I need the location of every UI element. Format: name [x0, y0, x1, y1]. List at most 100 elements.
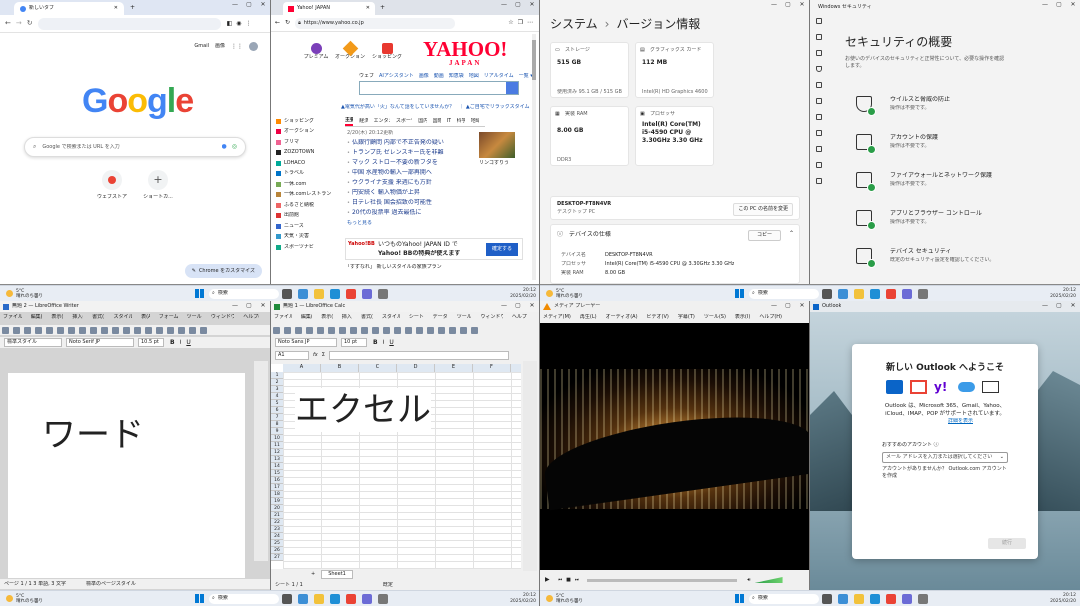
news-item[interactable]: • 日テレ社長 国会招致の可能性 [347, 198, 477, 208]
row-header[interactable]: 21 [271, 512, 283, 519]
find-icon[interactable] [123, 326, 130, 334]
sidebar-item[interactable]: 一休.com [276, 179, 342, 190]
spellcheck-icon[interactable] [405, 326, 412, 334]
forward-icon[interactable]: → [16, 19, 22, 28]
chrome-icon[interactable] [346, 288, 356, 299]
maximize-icon[interactable]: ▢ [242, 0, 256, 10]
next-icon[interactable]: ⏭ [575, 577, 580, 584]
row-header[interactable]: 22 [271, 519, 283, 526]
service-auction[interactable]: オークション [333, 40, 367, 61]
volume-icon[interactable]: 🔊︎ [747, 577, 750, 584]
extensions-icon[interactable]: ◧ [227, 20, 233, 28]
stop-icon[interactable]: ■ [566, 577, 571, 584]
nav-web[interactable]: ウェブ [359, 73, 374, 80]
row-header[interactable]: 27 [271, 554, 283, 561]
menu-item[interactable]: 表(A) [141, 314, 150, 321]
yahoo-search-button[interactable] [506, 82, 518, 94]
chrome-icon[interactable] [886, 593, 896, 604]
menu-icon[interactable]: ⋮ [246, 20, 252, 28]
file-explorer-icon[interactable] [314, 288, 324, 299]
close-icon[interactable]: ✕ [256, 0, 270, 10]
menu-item[interactable]: スタイル(Y) [113, 314, 132, 321]
back-icon[interactable]: ← [275, 19, 280, 27]
undo-icon[interactable] [372, 326, 379, 334]
row-header[interactable]: 1 [271, 372, 283, 379]
breadcrumb-parent[interactable]: システム [550, 16, 598, 32]
menu-item[interactable]: ヘルプ(H) [512, 314, 527, 321]
export-icon[interactable] [306, 326, 313, 334]
news-item[interactable]: • ウクライナ支援 来週にも方針 [347, 178, 477, 188]
open-icon[interactable] [284, 326, 291, 334]
nav-more[interactable]: 一覧 ▾ [519, 73, 533, 80]
system-tray[interactable]: 20:12 2025/02/20 [1050, 288, 1076, 300]
menu-icon[interactable]: ⋯ [527, 19, 533, 27]
learn-more-link[interactable]: 詳細を表示 [948, 418, 973, 425]
start-icon[interactable] [195, 289, 204, 298]
column-header[interactable]: D [397, 364, 435, 372]
scrollbar[interactable] [532, 34, 536, 280]
maximize-icon[interactable]: ▢ [781, 0, 795, 10]
settings-icon[interactable] [378, 593, 388, 604]
row-header[interactable]: 14 [271, 463, 283, 470]
redo-icon[interactable] [383, 326, 390, 334]
column-header[interactable]: E [435, 364, 473, 372]
menu-item[interactable]: スタイル(Y) [382, 314, 400, 321]
add-sheet-icon[interactable]: + [311, 571, 315, 578]
gmail-link[interactable]: Gmail [194, 43, 209, 50]
nav-ai[interactable]: AIアシスタント [379, 73, 414, 80]
nav-map[interactable]: 地図 [469, 73, 479, 80]
settings-icon[interactable] [918, 593, 928, 604]
redo-icon[interactable] [112, 326, 119, 334]
sidebar-item[interactable]: ふるさと納税 [276, 200, 342, 211]
widgets-icon[interactable] [838, 288, 848, 299]
menu-item[interactable]: ビデオ(V) [647, 314, 669, 321]
minimize-icon[interactable]: — [497, 301, 511, 311]
taskbar-search[interactable]: ⌕ 検索 [209, 593, 279, 604]
file-explorer-icon[interactable] [854, 593, 864, 604]
row-header[interactable]: 19 [271, 498, 283, 505]
close-icon[interactable]: ✕ [525, 301, 539, 311]
print-icon[interactable] [46, 326, 53, 334]
menu-icon[interactable] [816, 34, 822, 40]
menu-item[interactable]: シート(S) [409, 314, 424, 321]
close-icon[interactable]: ✕ [525, 0, 539, 10]
security-item[interactable]: デバイス セキュリティ 既定のセキュリティ設定を確認してください。 [856, 246, 1066, 284]
news-item[interactable]: • トランプ氏 ゼレンスキー氏を非難 [347, 148, 477, 158]
seek-bar[interactable] [587, 578, 738, 582]
maximize-icon[interactable]: ▢ [242, 301, 256, 311]
edge-icon[interactable] [870, 593, 880, 604]
chart-icon[interactable] [438, 326, 445, 334]
maximize-icon[interactable]: ▢ [1052, 0, 1066, 10]
special-char-icon[interactable] [449, 326, 456, 334]
sidebar-item[interactable]: トラベル [276, 169, 342, 180]
weather-widget[interactable]: 5°C 晴れのち曇り [6, 289, 43, 299]
link-icon[interactable] [189, 326, 196, 334]
chrome-tab[interactable]: 新しいタブ ✕ [14, 2, 124, 15]
news-tab[interactable]: 科学 [457, 118, 465, 125]
open-icon[interactable] [13, 326, 20, 334]
new-tab-icon[interactable]: + [380, 4, 385, 12]
menu-item[interactable]: ツール(S) [704, 314, 726, 321]
news-item[interactable]: • 仏銀行顧問 内部で不正告発の疑い [347, 138, 477, 148]
italic-icon[interactable]: I [180, 339, 182, 347]
minimize-icon[interactable]: — [1038, 301, 1052, 311]
volume-bar[interactable] [754, 577, 783, 583]
table-icon[interactable] [416, 326, 423, 334]
menu-item[interactable]: ウィンドウ(W) [211, 314, 234, 321]
close-icon[interactable]: ✕ [114, 5, 118, 12]
store-icon[interactable] [362, 593, 372, 604]
menu-item[interactable]: 編集(E) [301, 314, 312, 321]
row-header[interactable]: 23 [271, 526, 283, 533]
preview-icon[interactable] [328, 326, 335, 334]
sidebar-item[interactable]: ショッピング [276, 116, 342, 127]
function-icon[interactable]: fx [313, 352, 318, 359]
person-icon[interactable] [816, 82, 822, 88]
nav-video[interactable]: 動画 [434, 73, 444, 80]
news-tab[interactable]: 国内 [418, 118, 426, 125]
no-account-text[interactable]: アカウントがありませんか？ Outlook.com アカウントを作成 [882, 466, 1008, 480]
column-header[interactable]: C [359, 364, 397, 372]
store-icon[interactable] [362, 288, 372, 299]
sidebar-item[interactable]: 天気・災害 [276, 232, 342, 243]
formula-input[interactable] [328, 351, 509, 360]
service-premium[interactable]: プレミアム [301, 43, 331, 61]
